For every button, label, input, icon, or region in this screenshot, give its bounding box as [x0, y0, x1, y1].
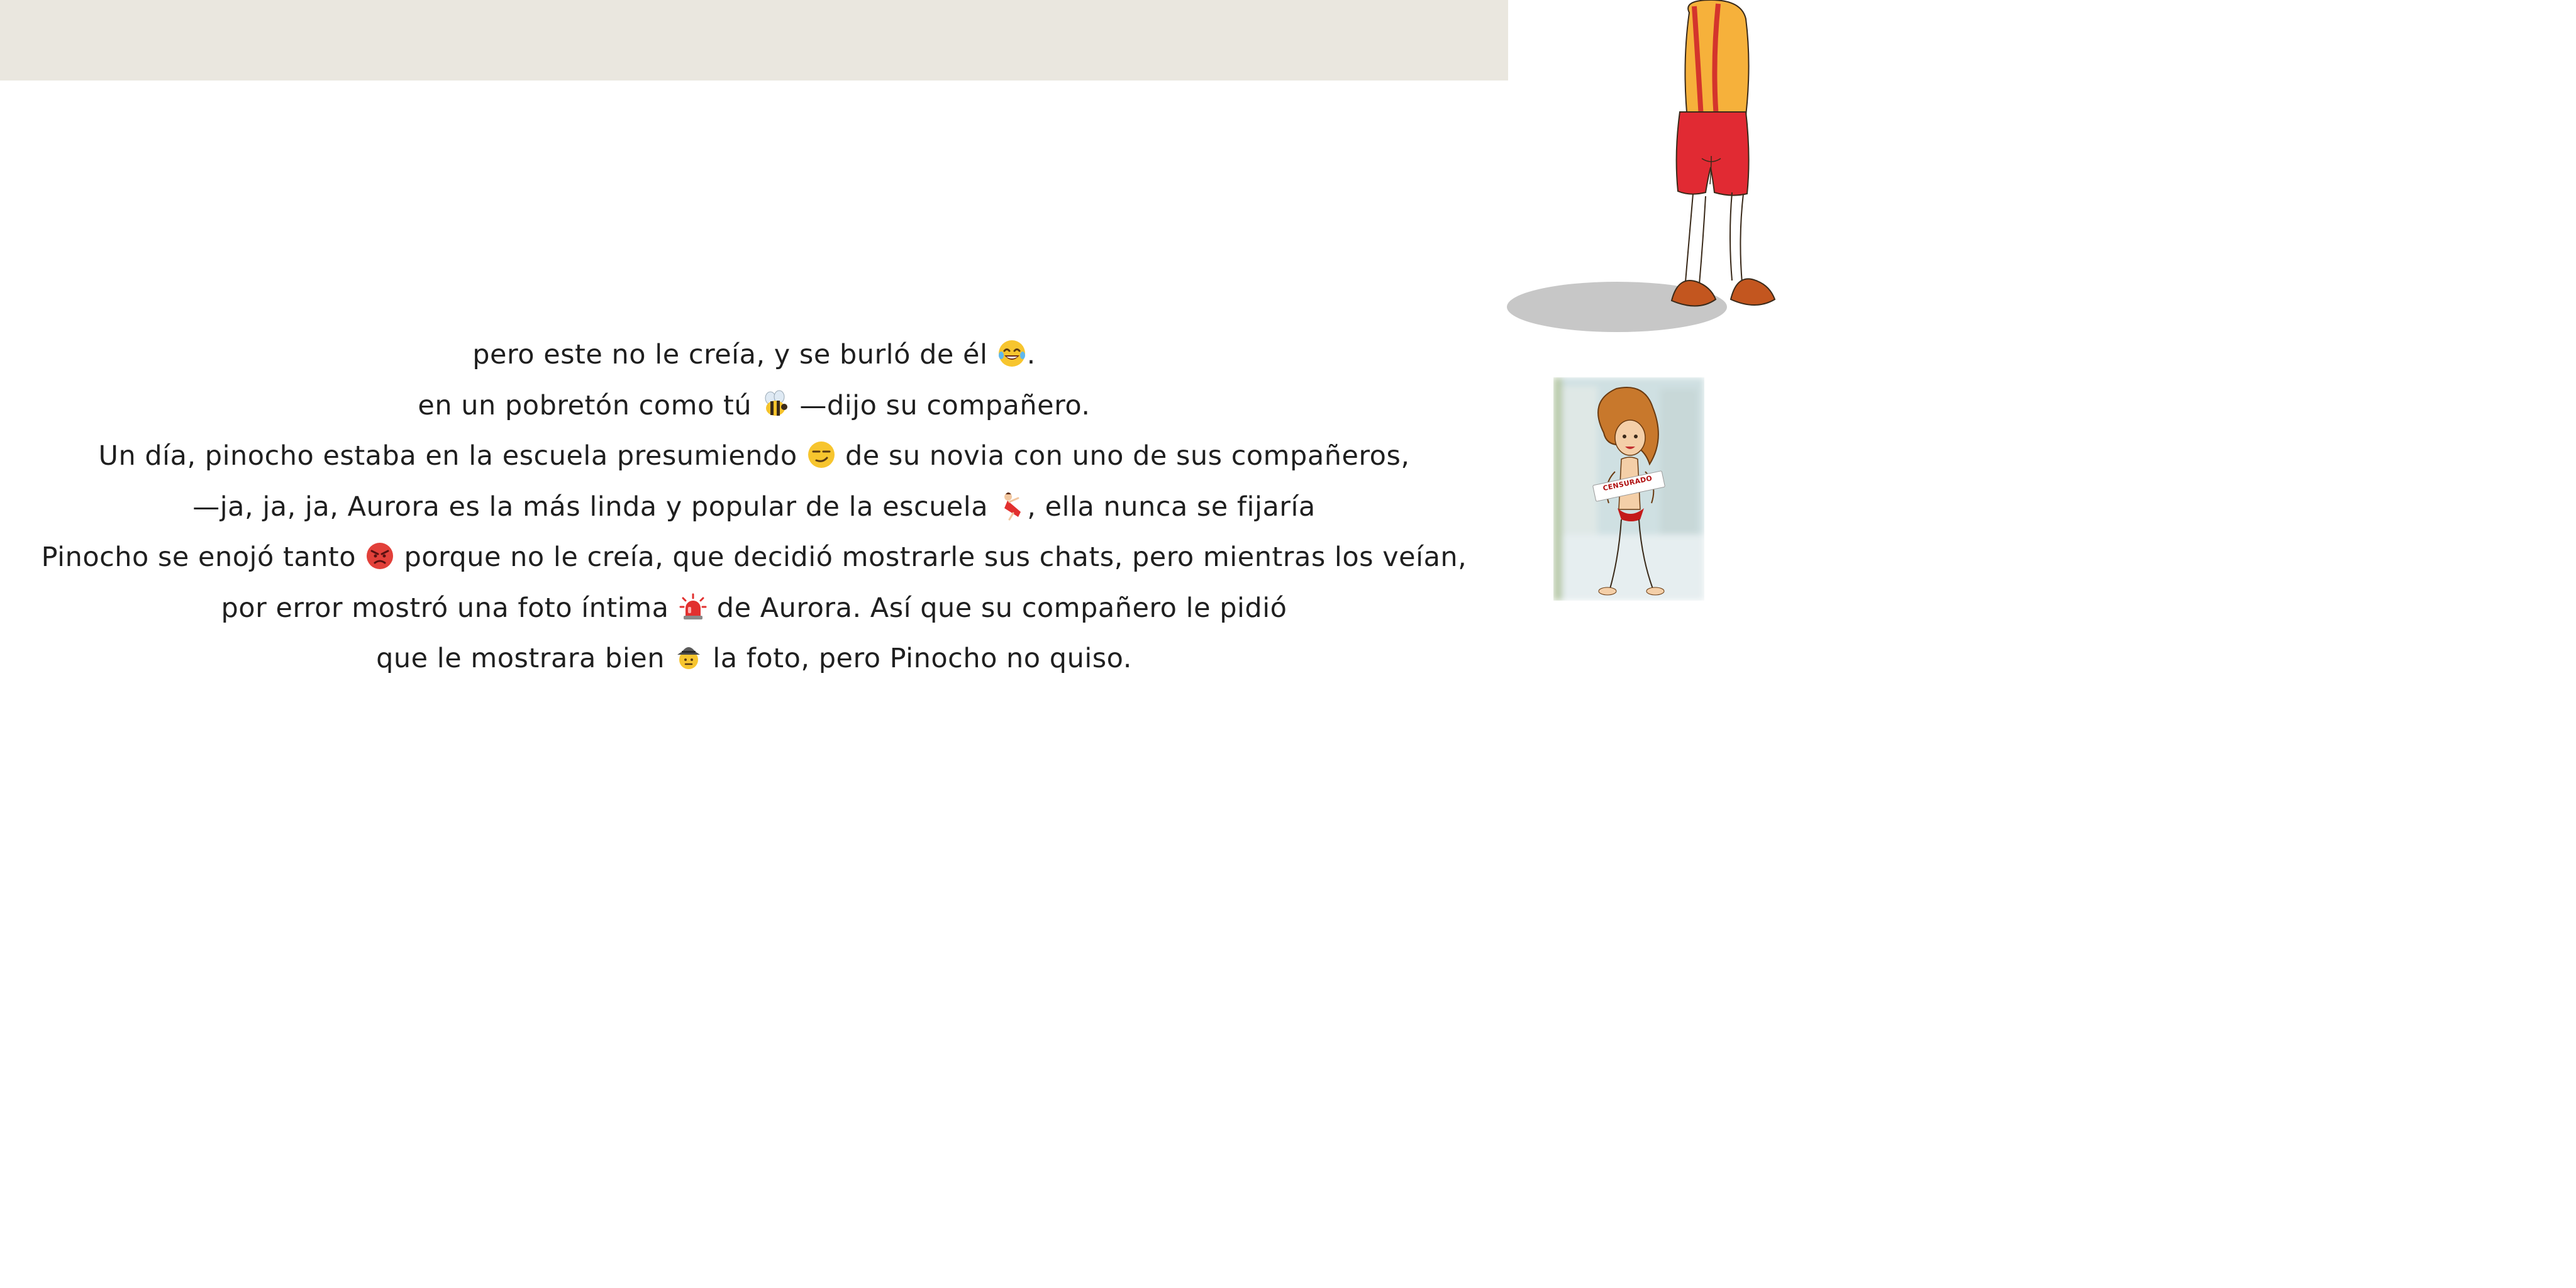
pinocchio-body-illustration	[1507, 0, 1796, 340]
story-text-segment: de su novia con uno de sus compañeros,	[836, 440, 1410, 472]
story-line: en un pobretón como tú —dijo su compañer…	[0, 380, 1508, 431]
laughing-crying-emoji-icon	[997, 338, 1027, 369]
shorts	[1675, 111, 1750, 196]
bee-emoji-icon	[760, 389, 791, 419]
story-line: —ja, ja, ja, Aurora es la más linda y po…	[0, 482, 1508, 533]
detective-emoji-icon	[674, 642, 704, 672]
story-text-segment: Pinocho se enojó tanto	[41, 541, 365, 573]
story-text-segment: la foto, pero Pinocho no quiso.	[704, 643, 1132, 674]
face	[1614, 419, 1646, 456]
story-text-segment: por error mostró una foto íntima	[221, 592, 678, 624]
story-text-segment: Un día, pinocho estaba en la escuela pre…	[98, 440, 806, 472]
story-text-segment: en un pobretón como tú	[418, 389, 761, 421]
story-text-segment: porque no le creía, que decidió mostrarl…	[395, 541, 1467, 573]
smirk-emoji-icon	[806, 440, 836, 470]
shoe-right	[1729, 278, 1776, 306]
story-text-segment: de Aurora. Así que su compañero le pidió	[708, 592, 1287, 624]
story-line: que le mostrara bien la foto, pero Pinoc…	[0, 633, 1508, 684]
leg-right	[1729, 192, 1744, 284]
story-text-segment: , ella nunca se fijaría	[1027, 491, 1316, 523]
story-text-segment: pero este no le creía, y se burló de él	[472, 339, 997, 370]
story-text-segment: .	[1026, 339, 1036, 370]
story-text-segment: —dijo su compañero.	[791, 389, 1091, 421]
angry-face-emoji-icon	[365, 541, 395, 571]
story-line: pero este no le creía, y se burló de él …	[0, 330, 1508, 380]
story-line: por error mostró una foto íntima de Auro…	[0, 583, 1508, 634]
leg-left	[1685, 193, 1706, 285]
story-line: Pinocho se enojó tanto porque no le creí…	[0, 532, 1508, 583]
siren-emoji-icon	[678, 592, 708, 622]
story-line: Un día, pinocho estaba en la escuela pre…	[0, 431, 1508, 482]
story-text-segment: que le mostrara bien	[376, 643, 674, 674]
shoe-left	[1670, 280, 1717, 307]
story-text: pero este no le creía, y se burló de él …	[0, 330, 1508, 684]
dancer-emoji-icon	[997, 491, 1027, 521]
header-band	[0, 0, 1508, 80]
censored-photo-thumbnail: CENSURADO	[1553, 377, 1704, 601]
story-page: pero este no le creía, y se burló de él …	[0, 0, 2576, 1288]
story-text-segment: —ja, ja, ja, Aurora es la más linda y po…	[192, 491, 997, 523]
